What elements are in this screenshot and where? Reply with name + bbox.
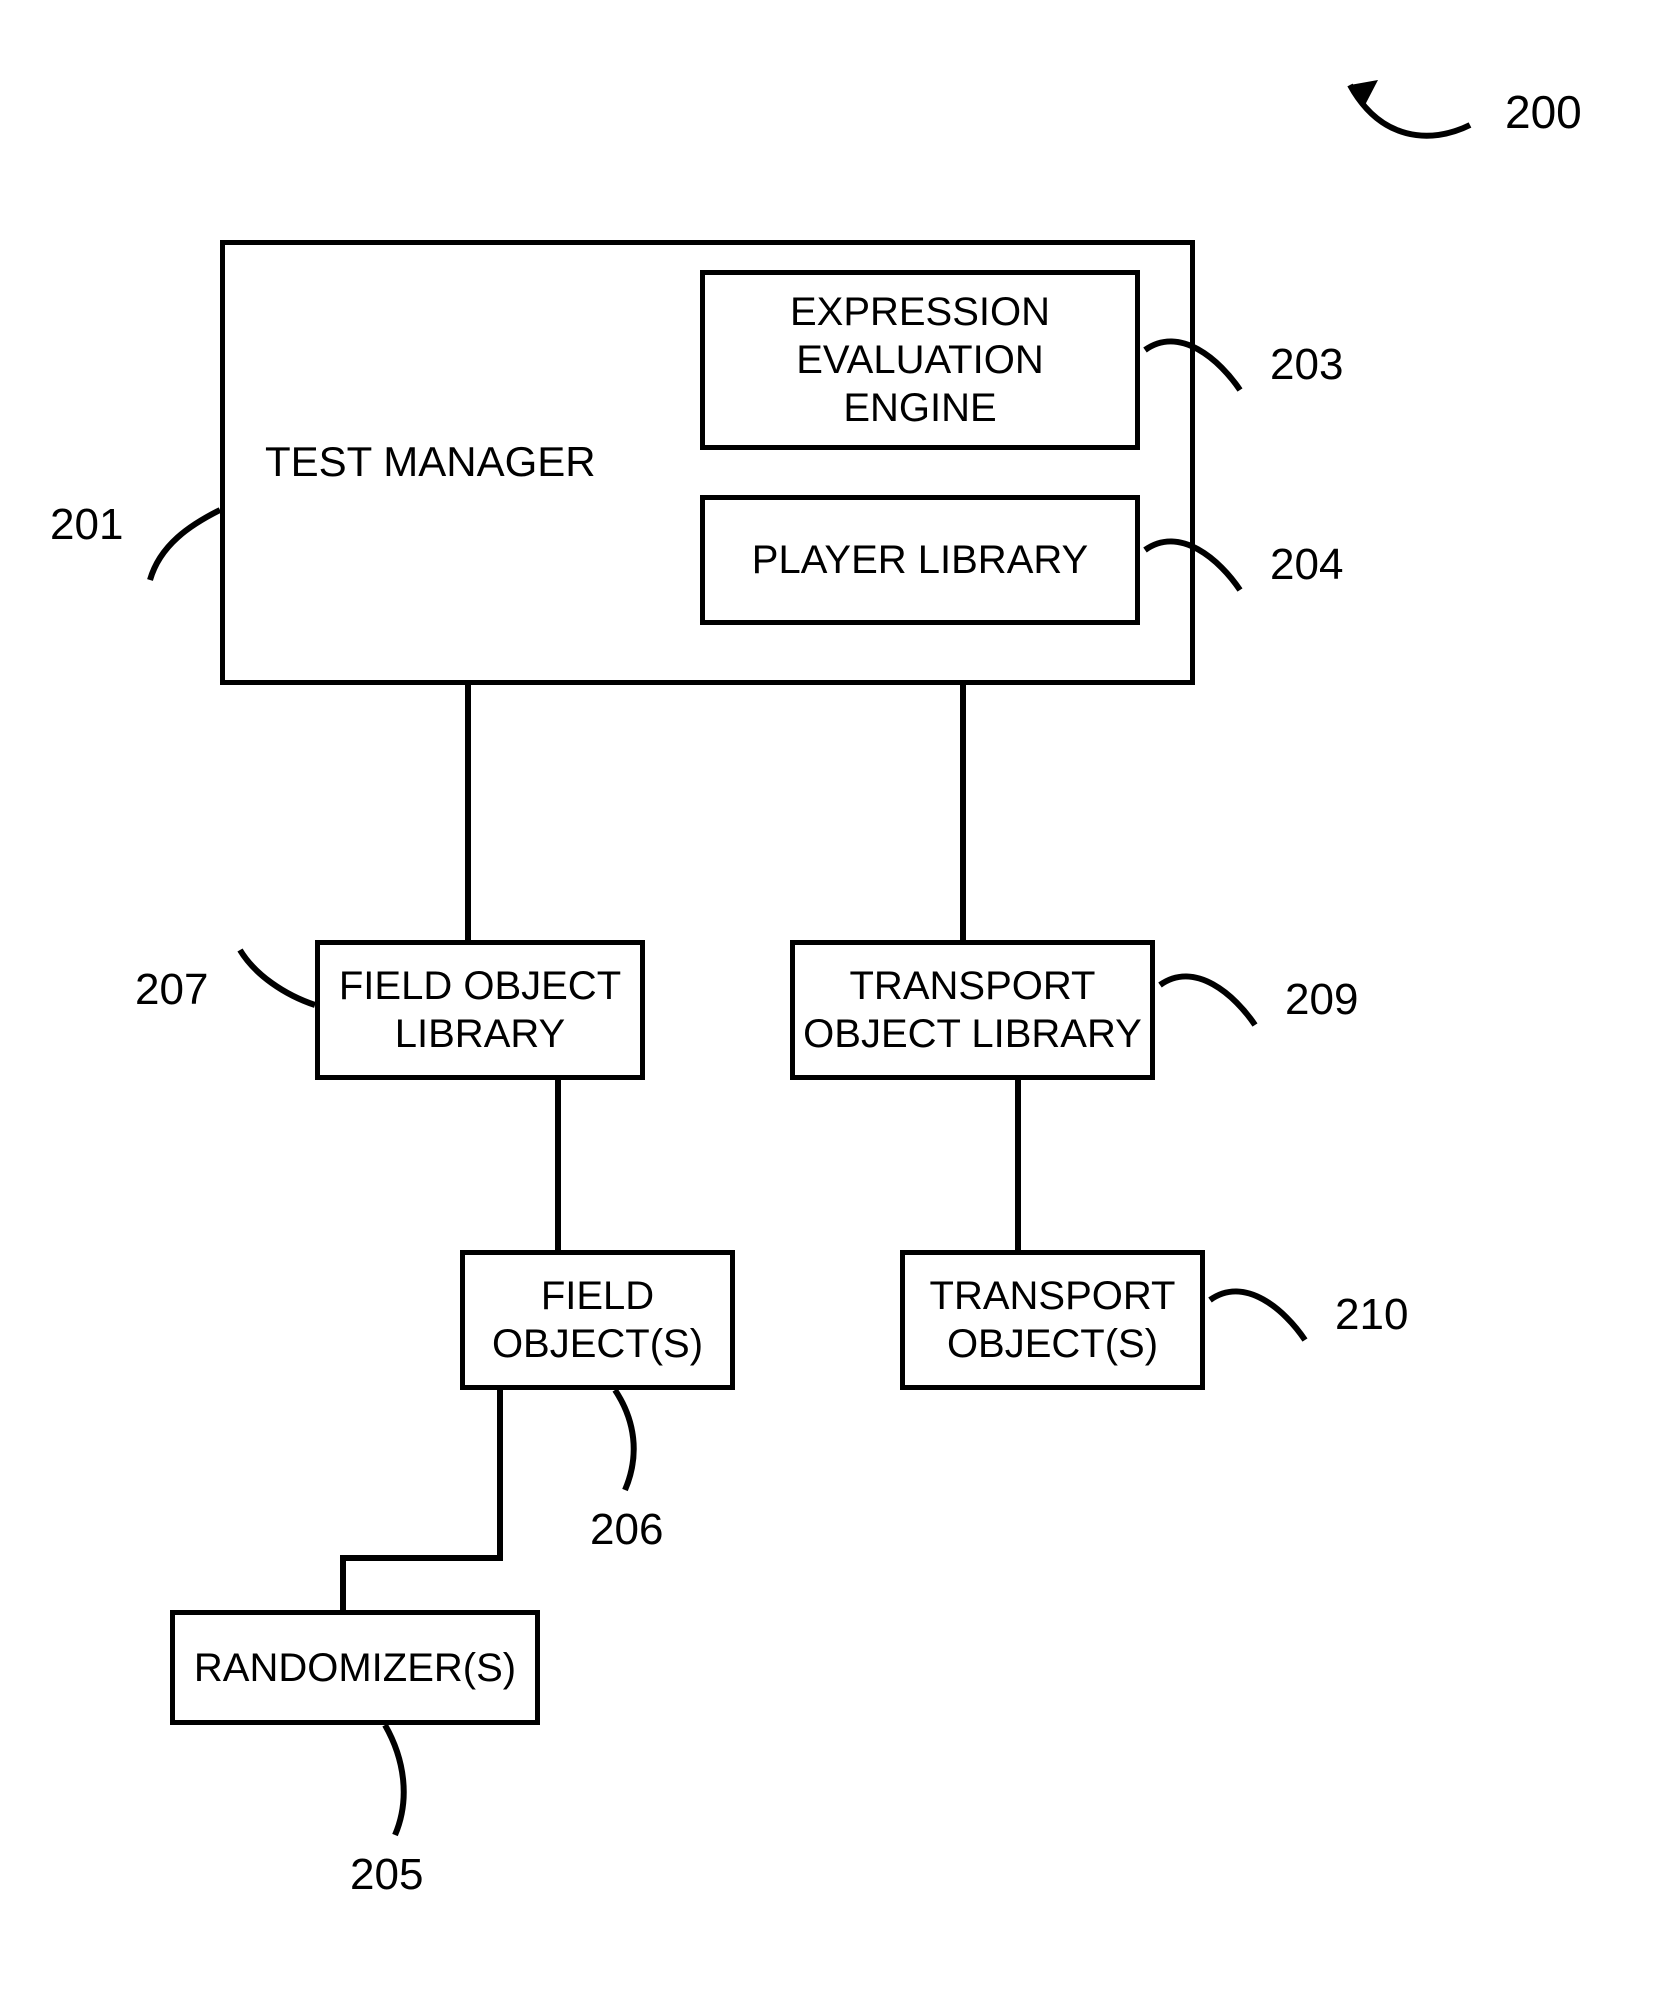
ref-210-label: 210 (1335, 1290, 1408, 1340)
player-library-box: PLAYER LIBRARY (700, 495, 1140, 625)
ref-206-lead (570, 1390, 660, 1500)
ref-209-label: 209 (1285, 975, 1358, 1025)
field-object-library-label: FIELD OBJECT LIBRARY (339, 962, 621, 1058)
ref-207-lead (225, 950, 320, 1020)
transport-objects-box: TRANSPORT OBJECT(S) (900, 1250, 1205, 1390)
ref-206-label: 206 (590, 1505, 663, 1555)
figure-ref-arrow (1330, 70, 1480, 160)
transport-object-library-box: TRANSPORT OBJECT LIBRARY (790, 940, 1155, 1080)
ref-210-lead (1205, 1270, 1315, 1350)
field-objects-label: FIELD OBJECT(S) (492, 1272, 703, 1368)
connector-fo-down (497, 1390, 503, 1560)
ref-205-label: 205 (350, 1850, 423, 1900)
transport-objects-label: TRANSPORT OBJECT(S) (930, 1272, 1176, 1368)
ref-209-lead (1155, 955, 1265, 1035)
player-library-label: PLAYER LIBRARY (752, 536, 1088, 584)
ref-203-label: 203 (1270, 340, 1343, 390)
connector-rand-down (340, 1555, 346, 1615)
connector-tm-to-fol (465, 685, 471, 940)
randomizers-box: RANDOMIZER(S) (170, 1610, 540, 1725)
field-objects-box: FIELD OBJECT(S) (460, 1250, 735, 1390)
transport-object-library-label: TRANSPORT OBJECT LIBRARY (803, 962, 1142, 1058)
test-manager-label: TEST MANAGER (265, 437, 596, 487)
diagram-canvas: 200 TEST MANAGER 201 EXPRESSION EVALUATI… (0, 0, 1671, 1995)
field-object-library-box: FIELD OBJECT LIBRARY (315, 940, 645, 1080)
ref-201-label: 201 (50, 500, 123, 550)
expression-evaluation-engine-label: EXPRESSION EVALUATION ENGINE (790, 288, 1050, 432)
ref-201-lead (130, 505, 225, 585)
connector-fol-to-fo (555, 1080, 561, 1250)
connector-tol-to-to (1015, 1080, 1021, 1250)
connector-tm-to-tol (960, 685, 966, 940)
ref-207-label: 207 (135, 965, 208, 1015)
ref-204-label: 204 (1270, 540, 1343, 590)
expression-evaluation-engine-box: EXPRESSION EVALUATION ENGINE (700, 270, 1140, 450)
connector-fo-horiz (340, 1555, 503, 1561)
figure-ref-label: 200 (1505, 85, 1582, 139)
ref-203-lead (1140, 320, 1250, 400)
ref-205-lead (340, 1725, 430, 1845)
randomizers-label: RANDOMIZER(S) (194, 1644, 516, 1692)
ref-204-lead (1140, 520, 1250, 600)
